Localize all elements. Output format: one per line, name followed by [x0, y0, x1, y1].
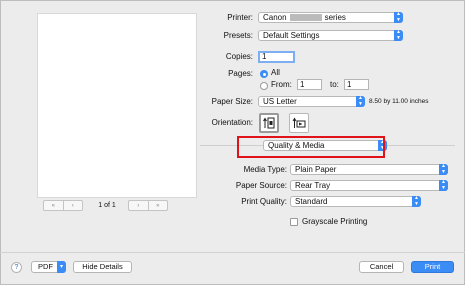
paper-size-popup[interactable]: US Letter ▲ ▼: [258, 95, 365, 107]
copies-label: Copies:: [225, 52, 253, 61]
pages-all-radio[interactable]: [260, 70, 268, 78]
paper-source-popup[interactable]: Rear Tray ▲ ▼: [290, 179, 448, 191]
page-indicator: 1 of 1: [98, 202, 116, 209]
print-quality-label: Print Quality:: [241, 197, 287, 206]
paper-size-label: Paper Size:: [211, 97, 253, 106]
highlight-box: [237, 136, 385, 158]
footer-separator: [0, 252, 465, 253]
portrait-orientation-button[interactable]: [259, 113, 279, 133]
media-type-label: Media Type:: [243, 165, 287, 174]
preview-forward-controls: › »: [128, 200, 168, 211]
presets-label: Presets:: [223, 31, 253, 40]
paper-size-value: US Letter: [263, 97, 297, 106]
cancel-button[interactable]: Cancel: [359, 261, 404, 273]
presets-popup[interactable]: Default Settings ▲ ▼: [258, 29, 403, 41]
pages-to-label: to:: [330, 80, 339, 89]
grayscale-checkbox[interactable]: [290, 218, 298, 226]
orientation-label: Orientation:: [211, 118, 253, 127]
printer-name-suffix: series: [324, 13, 346, 22]
paper-dimensions: 8.50 by 11.00 inches: [369, 98, 429, 105]
printer-label: Printer:: [227, 13, 253, 22]
paper-source-value: Rear Tray: [295, 181, 331, 190]
next-page-button[interactable]: ›: [129, 201, 148, 210]
print-button[interactable]: Print: [411, 261, 454, 273]
chevron-updown-icon: ▲ ▼: [439, 163, 448, 175]
chevron-updown-icon: ▲ ▼: [439, 179, 448, 191]
page-preview: [37, 13, 197, 198]
pages-to-field[interactable]: 1: [344, 79, 369, 90]
hide-details-button[interactable]: Hide Details: [73, 261, 132, 273]
chevron-down-icon: ▾: [57, 261, 66, 273]
chevron-updown-icon: ▲ ▼: [394, 11, 403, 23]
landscape-orientation-button[interactable]: [289, 113, 309, 133]
chevron-updown-icon: ▲ ▼: [356, 95, 365, 107]
first-page-button[interactable]: «: [44, 201, 63, 210]
grayscale-label: Grayscale Printing: [302, 217, 368, 226]
landscape-icon: [292, 117, 306, 128]
media-type-popup[interactable]: Plain Paper ▲ ▼: [290, 163, 448, 175]
print-quality-value: Standard: [295, 197, 328, 206]
help-button[interactable]: ?: [11, 262, 22, 273]
presets-value: Default Settings: [263, 31, 320, 40]
pages-all-label: All: [271, 68, 280, 77]
chevron-updown-icon: ▲ ▼: [412, 195, 421, 207]
printer-name-prefix: Canon: [263, 13, 287, 22]
portrait-icon: [263, 117, 275, 129]
chevron-updown-icon: ▲ ▼: [394, 29, 403, 41]
print-quality-popup[interactable]: Standard ▲ ▼: [290, 195, 421, 207]
pages-label: Pages:: [228, 69, 253, 78]
paper-source-label: Paper Source:: [235, 181, 287, 190]
pages-from-field[interactable]: 1: [297, 79, 322, 90]
pdf-label: PDF: [38, 262, 53, 271]
previous-page-button[interactable]: ‹: [62, 201, 83, 210]
last-page-button[interactable]: »: [147, 201, 168, 210]
redacted-model: [289, 14, 322, 22]
preview-back-controls: « ‹: [43, 200, 83, 211]
media-type-value: Plain Paper: [295, 165, 337, 174]
printer-popup[interactable]: Canon series ▲ ▼: [258, 11, 403, 23]
pages-from-label: From:: [271, 80, 292, 89]
copies-field[interactable]: 1: [258, 51, 295, 63]
pages-from-radio[interactable]: [260, 82, 268, 90]
